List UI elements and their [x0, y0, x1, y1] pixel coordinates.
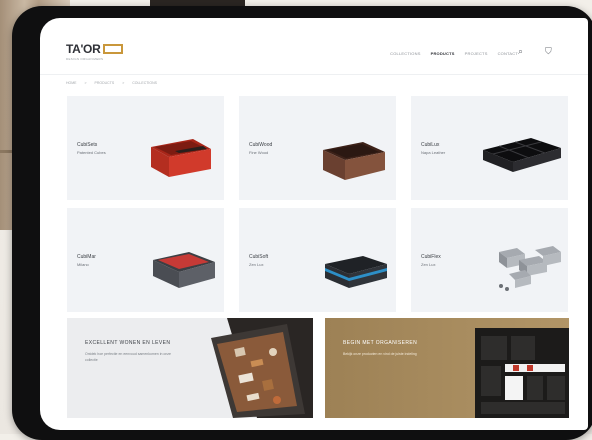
banner-text: Ontdek hoe perfectie en eenvoud samenkom… — [85, 352, 172, 362]
product-card-cubiflex[interactable]: CubiFlex Zen Lux — [411, 208, 568, 312]
logo-text: TA'OR — [66, 42, 101, 56]
product-subtitle: Zen Lux — [421, 262, 436, 267]
breadcrumb: HOME > PRODUCTS > COLLECTIONS — [66, 81, 157, 85]
product-name: CubiLux — [421, 142, 440, 148]
nav-item-projects[interactable]: PROJECTS — [465, 51, 488, 56]
breadcrumb-item[interactable]: PRODUCTS — [95, 81, 115, 85]
product-subtitle: Fine Wood — [249, 150, 269, 155]
product-card-cubilux[interactable]: CubiLux Napa Leather — [411, 96, 568, 200]
wood-box-image — [323, 142, 385, 180]
breadcrumb-item: COLLECTIONS — [132, 81, 157, 85]
nav-item-products[interactable]: PRODUCTS — [431, 51, 455, 56]
product-card-cubisets[interactable]: CubiSets Patented Cubes — [67, 96, 224, 200]
grey-felt-bins-image — [499, 246, 561, 291]
logo-tagline: DESIGN ORGANIZERS — [66, 57, 104, 61]
grey-red-tray-image — [153, 252, 215, 288]
webpage-screen: TA'OR DESIGN ORGANIZERS COLLECTIONS PROD… — [40, 18, 588, 430]
tablet-device: TA'OR DESIGN ORGANIZERS COLLECTIONS PROD… — [12, 6, 592, 440]
banner-text: Bekijk onze producten en vind de juiste … — [343, 352, 417, 356]
search-icon[interactable]: ⌕ — [518, 46, 523, 57]
nav-item-contact[interactable]: CONTACT — [498, 51, 518, 56]
organizer-drawer-image — [475, 328, 569, 418]
product-subtitle: Milano — [77, 262, 89, 267]
site-header: TA'OR DESIGN ORGANIZERS COLLECTIONS PROD… — [40, 18, 588, 75]
banner-start-organizing[interactable]: BEGIN MET ORGANISEREN Bekijk onze produc… — [325, 318, 569, 418]
product-name: CubiSoft — [249, 254, 269, 260]
red-cube-box-image — [151, 139, 211, 177]
product-name: CubiMar — [77, 254, 96, 260]
product-name: CubiSets — [77, 142, 98, 148]
product-card-cubisoft[interactable]: CubiSoft Zen Lux — [239, 208, 396, 312]
cart-icon[interactable]: ⛉ — [545, 46, 552, 57]
product-card-cubimar[interactable]: CubiMar Milano — [67, 208, 224, 312]
product-subtitle: Napa Leather — [421, 150, 446, 155]
black-tray-image — [483, 138, 561, 172]
breadcrumb-separator: > — [84, 81, 87, 85]
banner-title: EXCELLENT WONEN EN LEVEN — [85, 340, 171, 346]
logo-box-icon — [103, 44, 124, 54]
product-card-cubiwood[interactable]: CubiWood Fine Wood — [239, 96, 396, 200]
banner-title: BEGIN MET ORGANISEREN — [343, 340, 418, 346]
banner-excellent-living[interactable]: EXCELLENT WONEN EN LEVEN Ontdek hoe perf… — [67, 318, 313, 418]
breadcrumb-separator: > — [122, 81, 125, 85]
drawer-photo-image — [211, 318, 313, 418]
product-subtitle: Zen Lux — [249, 262, 264, 267]
blue-stripe-tray-image — [325, 256, 387, 288]
site-logo[interactable]: TA'OR DESIGN ORGANIZERS — [66, 42, 124, 61]
nav-item-collections[interactable]: COLLECTIONS — [390, 51, 420, 56]
product-name: CubiFlex — [421, 254, 441, 260]
breadcrumb-item[interactable]: HOME — [66, 81, 77, 85]
main-nav: COLLECTIONS PRODUCTS PROJECTS CONTACT — [390, 51, 518, 56]
product-subtitle: Patented Cubes — [77, 150, 106, 155]
product-name: CubiWood — [249, 142, 273, 148]
